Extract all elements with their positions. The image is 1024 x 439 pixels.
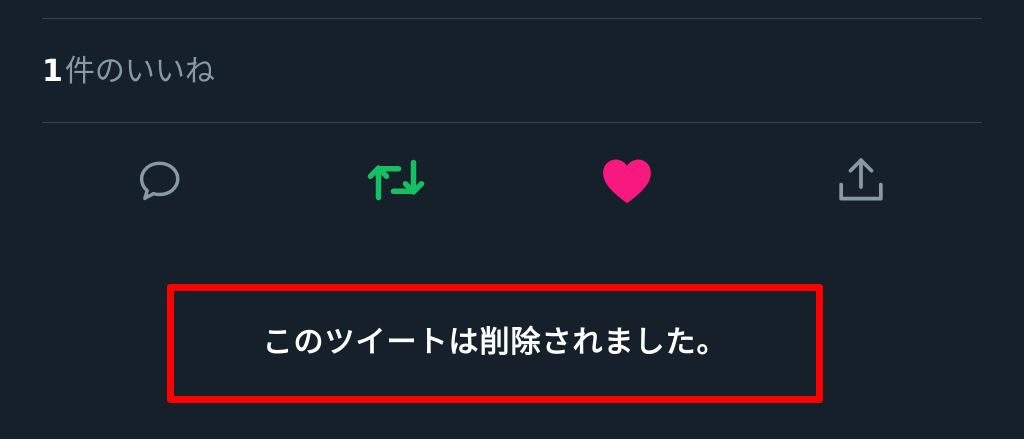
deleted-tweet-notice: このツイートは削除されました。 xyxy=(167,284,823,403)
deleted-tweet-message: このツイートは削除されました。 xyxy=(262,324,728,360)
likes-summary[interactable]: 1 件のいいね xyxy=(42,50,215,94)
actions-divider xyxy=(42,122,982,123)
retweet-icon xyxy=(367,159,425,201)
reply-icon xyxy=(139,161,180,201)
top-divider xyxy=(42,18,982,19)
like-button[interactable] xyxy=(597,150,657,210)
reply-button[interactable] xyxy=(130,150,190,210)
likes-label: 件のいいね xyxy=(64,54,215,89)
tweet-action-bar xyxy=(0,150,1024,210)
likes-count: 1 xyxy=(42,54,63,89)
share-button[interactable] xyxy=(831,150,891,210)
heart-icon xyxy=(603,159,651,204)
retweet-button[interactable] xyxy=(366,150,426,210)
share-icon xyxy=(839,158,883,201)
